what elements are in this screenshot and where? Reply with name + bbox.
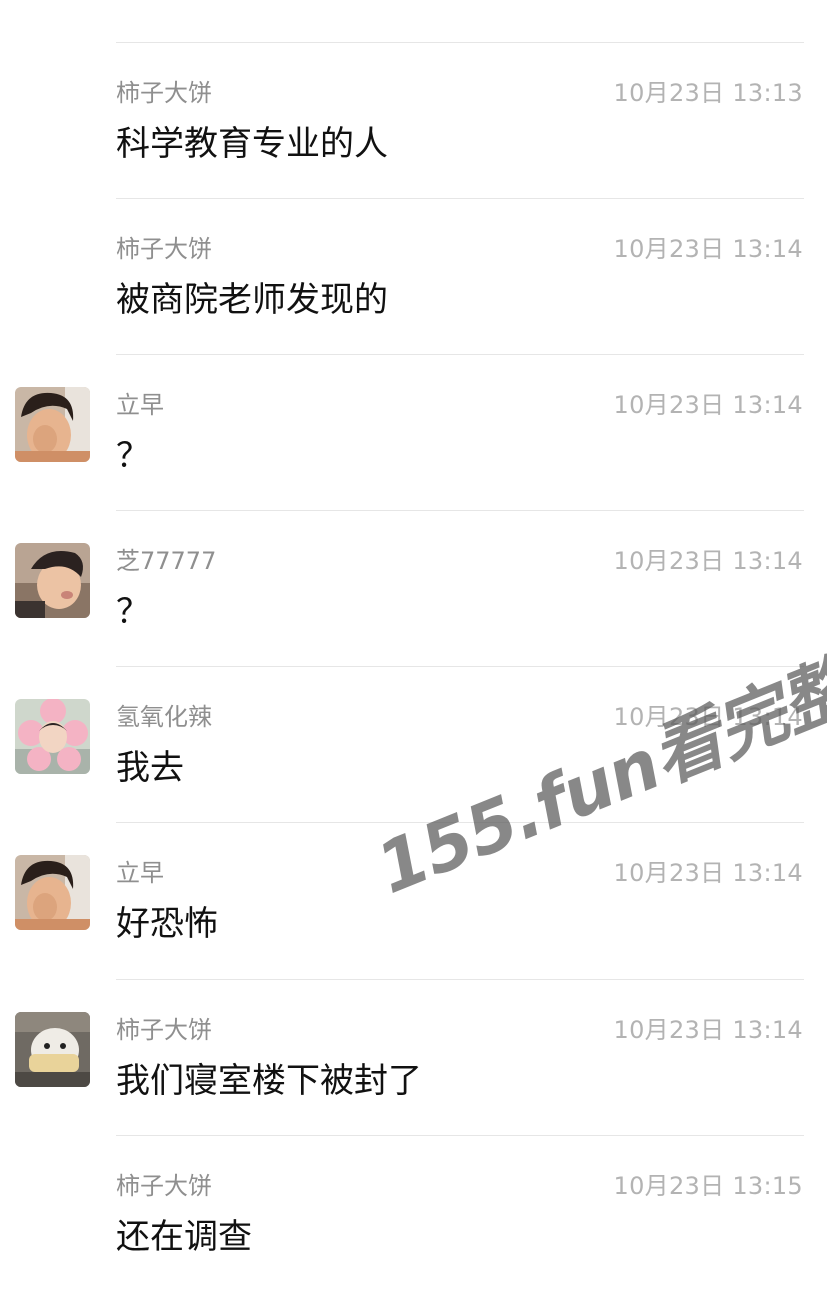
message-time: 10月23日 13:13 (613, 79, 803, 107)
avatar[interactable] (15, 543, 90, 618)
message-item[interactable]: 芝77777 10月23日 13:14 ？ (0, 510, 827, 666)
message-text: 还在调查 (116, 1217, 252, 1257)
message-text: 好恐怖 (116, 904, 218, 944)
avatar[interactable] (15, 855, 90, 930)
message-time: 10月23日 13:15 (613, 1172, 803, 1200)
message-time: 10月23日 13:14 (613, 235, 803, 263)
message-time: 10月23日 13:14 (613, 391, 803, 419)
message-item[interactable]: 立早 10月23日 13:14 ？ (0, 354, 827, 510)
sender-name[interactable]: 柿子大饼 (116, 234, 212, 264)
message-item[interactable]: 柿子大饼 10月23日 13:13 科学教育专业的人 (0, 42, 827, 198)
message-text: ？ (116, 592, 150, 632)
avatar[interactable] (15, 699, 90, 774)
avatar[interactable] (15, 387, 90, 462)
sender-name[interactable]: 柿子大饼 (116, 1171, 212, 1201)
sender-name[interactable]: 柿子大饼 (116, 78, 212, 108)
message-text: 我们寝室楼下被封了 (116, 1061, 422, 1101)
message-time: 10月23日 13:14 (613, 547, 803, 575)
sender-name[interactable]: 芝77777 (116, 546, 216, 576)
message-text: ？ (116, 436, 150, 476)
sender-name[interactable]: 柿子大饼 (116, 1015, 212, 1045)
message-time: 10月23日 13:14 (613, 1016, 803, 1044)
message-item[interactable]: 柿子大饼 10月23日 13:14 被商院老师发现的 (0, 198, 827, 354)
comment-feed: 柿子大饼 10月23日 13:13 科学教育专业的人 柿子大饼 10月23日 1… (0, 0, 827, 1280)
message-item[interactable]: 柿子大饼 10月23日 13:15 还在调查 (0, 1135, 827, 1291)
message-item[interactable]: 柿子大饼 10月23日 13:14 我们寝室楼下被封了 (0, 979, 827, 1135)
sender-name[interactable]: 氢氧化辣 (116, 702, 212, 732)
avatar[interactable] (15, 1012, 90, 1087)
message-text: 我去 (116, 748, 184, 788)
message-text: 被商院老师发现的 (116, 280, 388, 320)
message-text: 科学教育专业的人 (116, 124, 388, 164)
sender-name[interactable]: 立早 (116, 390, 164, 420)
sender-name[interactable]: 立早 (116, 858, 164, 888)
message-time: 10月23日 13:14 (613, 859, 803, 887)
